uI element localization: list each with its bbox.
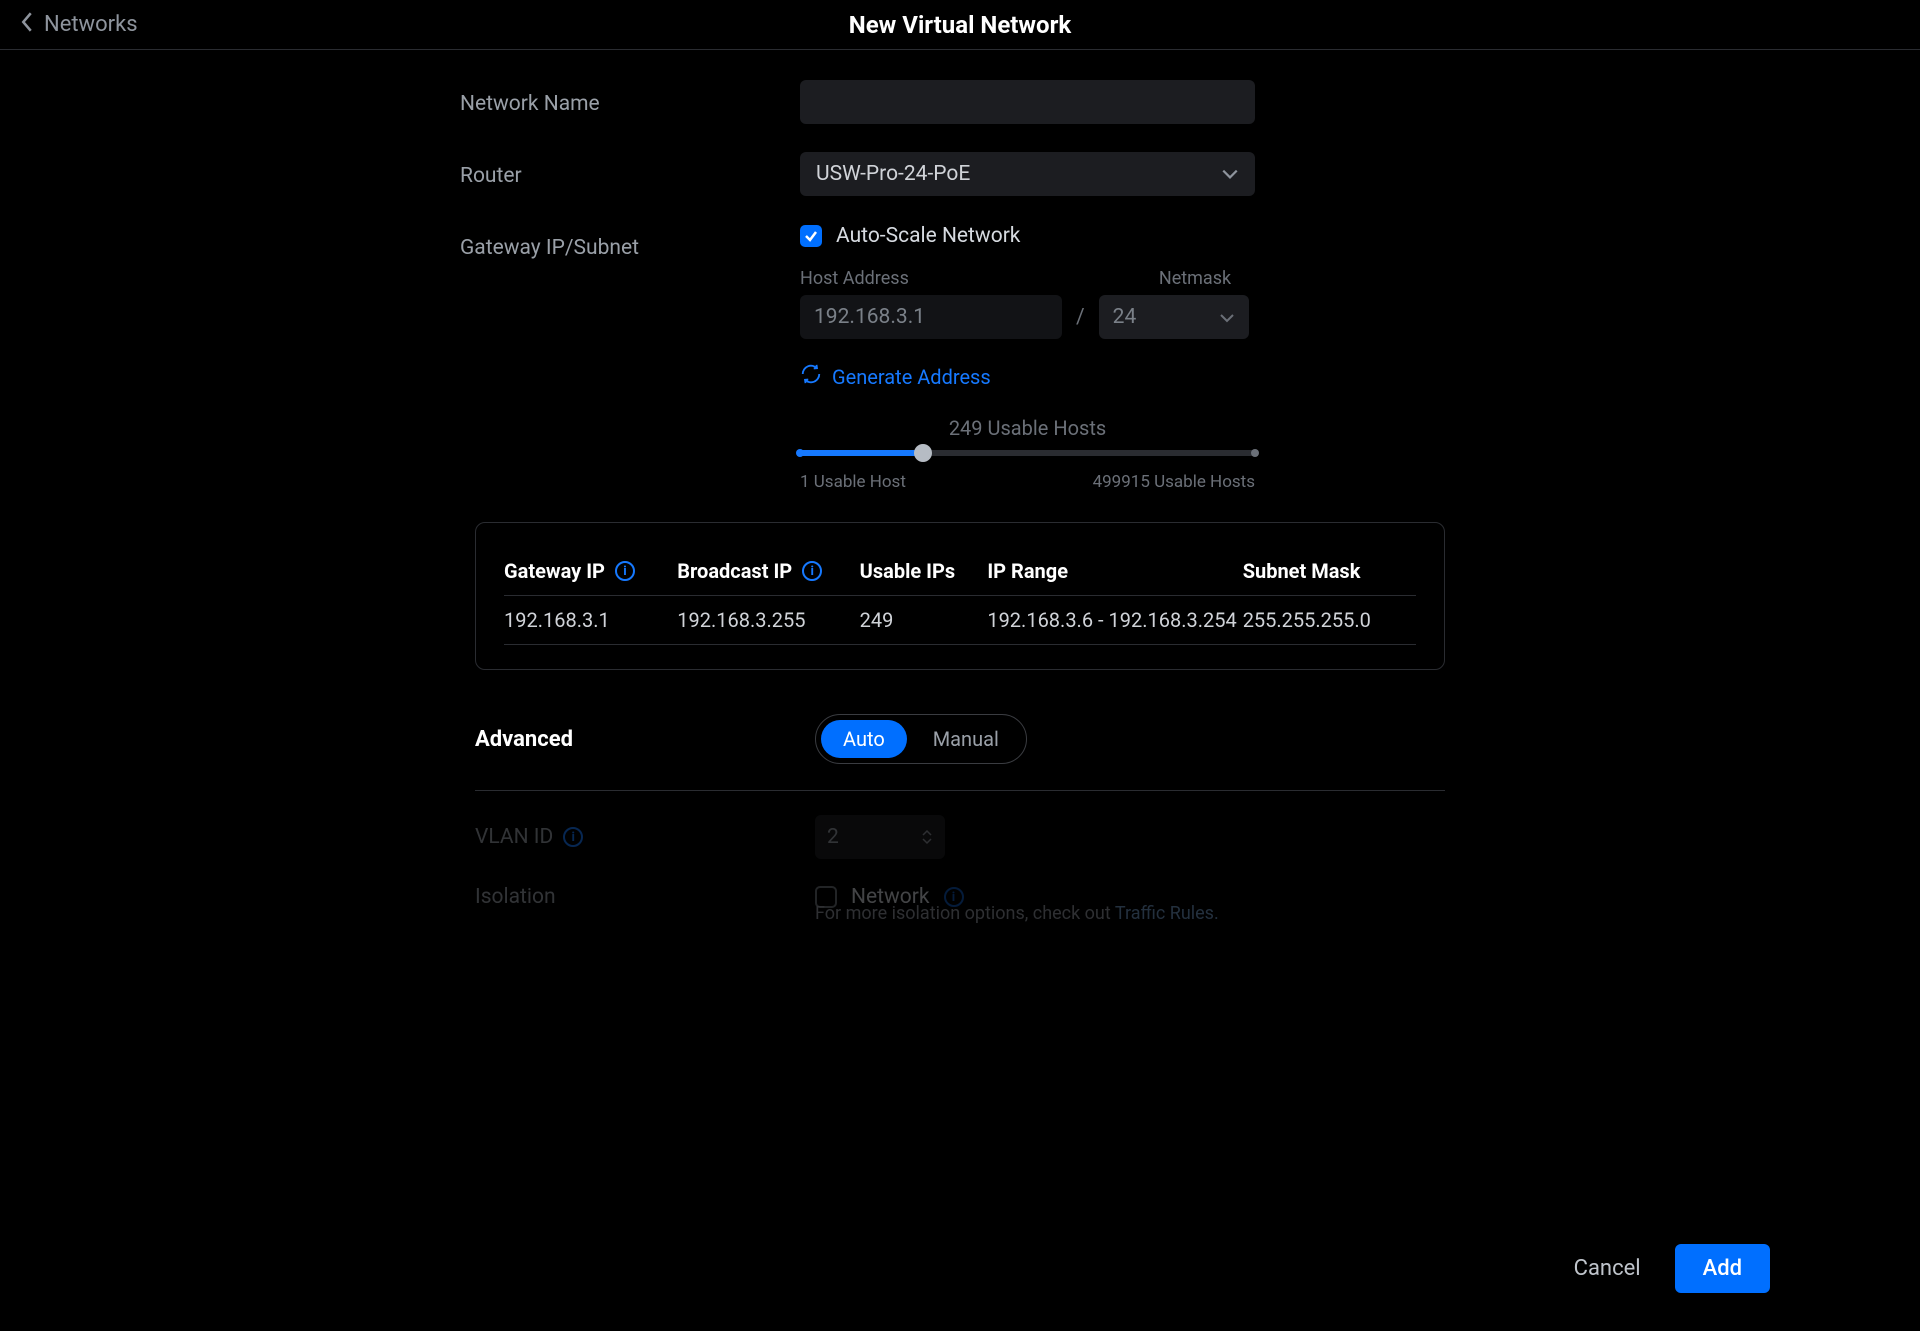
td-usable-ips: 249 xyxy=(860,596,988,645)
info-icon[interactable]: i xyxy=(615,561,635,581)
network-name-input[interactable] xyxy=(800,80,1255,124)
page-title: New Virtual Network xyxy=(849,11,1071,39)
row-advanced: Advanced Auto Manual xyxy=(475,714,1445,791)
slider-min-dot xyxy=(796,449,804,457)
auto-scale-label: Auto-Scale Network xyxy=(836,224,1020,248)
back-label: Networks xyxy=(44,12,138,37)
chevron-left-icon xyxy=(20,12,34,38)
slider-max-dot xyxy=(1251,449,1259,457)
td-subnet-mask: 255.255.255.0 xyxy=(1243,596,1416,645)
th-broadcast-ip: Broadcast IP xyxy=(677,559,792,583)
td-ip-range: 192.168.3.6 - 192.168.3.254 xyxy=(987,596,1242,645)
usable-hosts-min: 1 Usable Host xyxy=(800,472,906,492)
slider-end-labels: 1 Usable Host 499915 Usable Hosts xyxy=(800,472,1255,492)
chevron-down-icon xyxy=(1221,162,1239,186)
info-icon: i xyxy=(944,887,964,907)
router-select[interactable]: USW-Pro-24-PoE xyxy=(800,152,1255,196)
vlan-id-value: 2 xyxy=(827,825,839,849)
hosts-slider-section: 249 Usable Hosts 1 Usable Host 499915 Us… xyxy=(800,416,1255,492)
th-gateway-ip: Gateway IP xyxy=(504,559,605,583)
row-router: Router USW-Pro-24-PoE xyxy=(460,152,1460,196)
isolation-note-link: Traffic Rules. xyxy=(1115,903,1219,924)
td-broadcast-ip: 192.168.3.255 xyxy=(677,596,859,645)
stepper-arrows xyxy=(921,829,933,845)
advanced-auto-button[interactable]: Auto xyxy=(821,720,907,758)
chevron-down-icon xyxy=(1219,305,1235,329)
advanced-mode-segmented: Auto Manual xyxy=(815,714,1027,764)
netmask-select[interactable]: 24 xyxy=(1099,295,1249,339)
row-vlan-id: VLAN ID i 2 xyxy=(475,815,1445,859)
auto-scale-row: Auto-Scale Network xyxy=(800,224,1460,248)
slash-separator: / xyxy=(1076,305,1085,329)
usable-hosts-current: 249 Usable Hosts xyxy=(800,416,1255,440)
isolation-label: Isolation xyxy=(475,885,556,909)
isolation-note-text: For more isolation options, check out xyxy=(815,903,1115,924)
info-icon: i xyxy=(563,827,583,847)
th-ip-range: IP Range xyxy=(987,547,1242,596)
router-value: USW-Pro-24-PoE xyxy=(816,162,970,186)
advanced-dimmed-section: VLAN ID i 2 Isolation Network i For more… xyxy=(475,815,1445,924)
gateway-label: Gateway IP/Subnet xyxy=(460,224,800,260)
td-gateway-ip: 192.168.3.1 xyxy=(504,596,677,645)
router-label: Router xyxy=(460,152,800,188)
slider-fill xyxy=(800,450,923,456)
host-address-input[interactable]: 192.168.3.1 xyxy=(800,295,1062,339)
row-gateway: Gateway IP/Subnet Auto-Scale Network Hos… xyxy=(460,224,1460,492)
vlan-id-stepper: 2 xyxy=(815,815,945,859)
row-network-name: Network Name xyxy=(460,80,1460,124)
hosts-slider[interactable] xyxy=(800,450,1255,456)
generate-label: Generate Address xyxy=(832,365,991,389)
network-name-label: Network Name xyxy=(460,80,800,116)
advanced-label: Advanced xyxy=(475,727,815,752)
refresh-icon xyxy=(800,363,822,390)
subnet-header-row: Gateway IP i Broadcast IP i Usable IPs I… xyxy=(504,547,1416,596)
add-button[interactable]: Add xyxy=(1675,1244,1770,1293)
info-icon[interactable]: i xyxy=(802,561,822,581)
usable-hosts-max: 499915 Usable Hosts xyxy=(1093,472,1255,492)
host-address-label: Host Address xyxy=(800,268,909,289)
generate-address-button[interactable]: Generate Address xyxy=(800,363,1460,390)
th-usable-ips: Usable IPs xyxy=(860,547,988,596)
page-header: Networks New Virtual Network xyxy=(0,0,1920,50)
slider-thumb[interactable] xyxy=(914,444,932,462)
subnet-data-row: 192.168.3.1 192.168.3.255 249 192.168.3.… xyxy=(504,596,1416,645)
advanced-manual-button[interactable]: Manual xyxy=(911,720,1021,758)
netmask-label: Netmask xyxy=(1159,268,1231,289)
form-container: Network Name Router USW-Pro-24-PoE Gatew… xyxy=(460,50,1460,492)
footer-actions: Cancel Add xyxy=(1534,1234,1770,1303)
sub-labels: Host Address Netmask xyxy=(800,268,1460,289)
host-row: 192.168.3.1 / 24 xyxy=(800,295,1460,339)
vlan-id-label: VLAN ID xyxy=(475,825,553,849)
subnet-summary-card: Gateway IP i Broadcast IP i Usable IPs I… xyxy=(475,522,1445,670)
netmask-value: 24 xyxy=(1113,305,1137,329)
th-subnet-mask: Subnet Mask xyxy=(1243,547,1416,596)
subnet-table: Gateway IP i Broadcast IP i Usable IPs I… xyxy=(504,547,1416,645)
back-button[interactable]: Networks xyxy=(20,12,138,38)
auto-scale-checkbox[interactable] xyxy=(800,225,822,247)
isolation-note: For more isolation options, check out Tr… xyxy=(815,903,1445,924)
cancel-button[interactable]: Cancel xyxy=(1574,1256,1641,1281)
